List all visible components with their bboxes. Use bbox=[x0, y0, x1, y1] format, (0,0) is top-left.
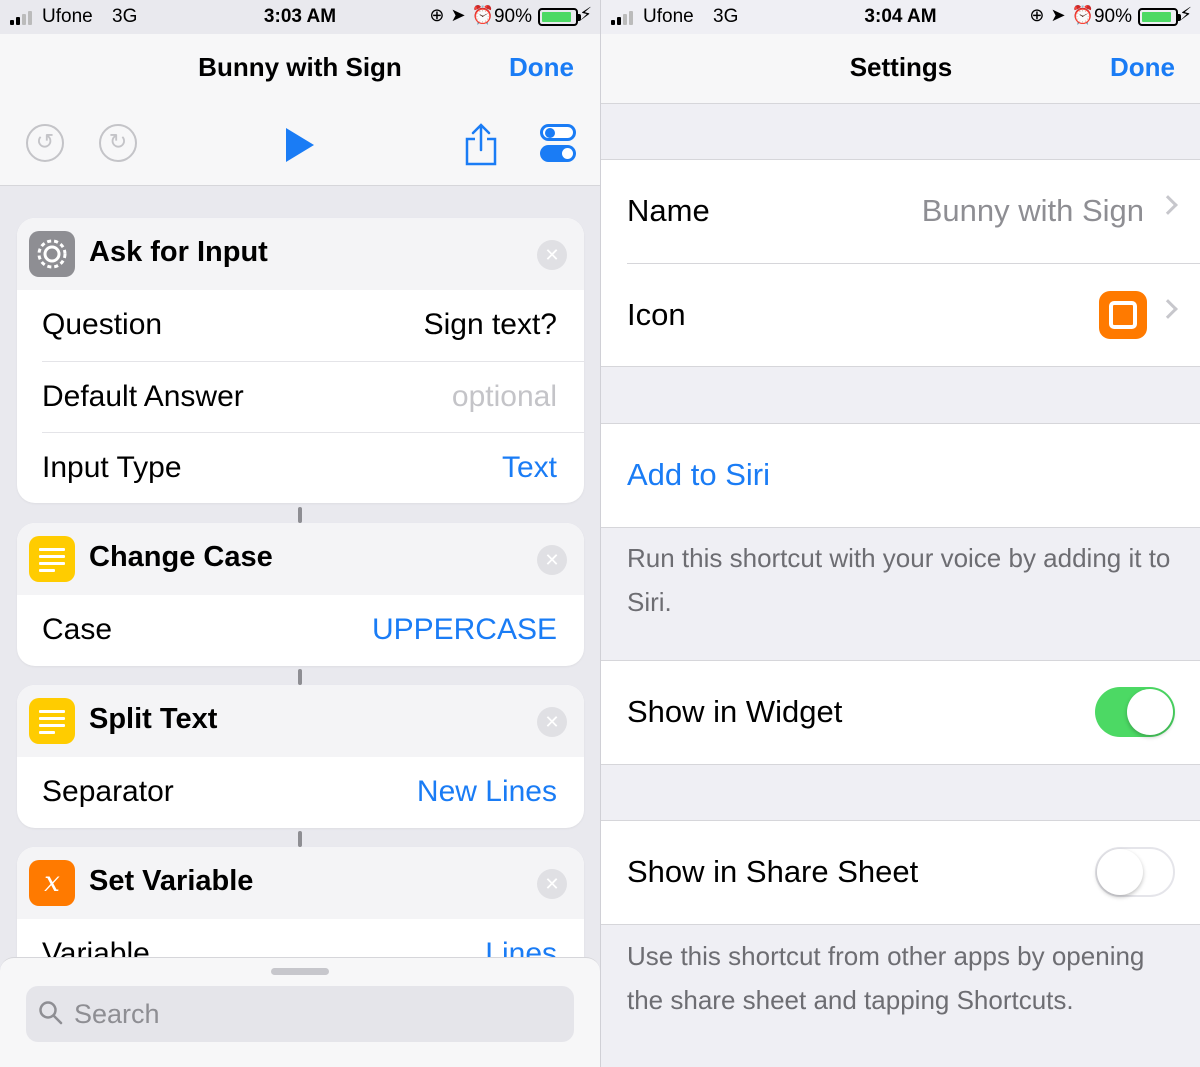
sheet-grabber[interactable] bbox=[271, 968, 329, 975]
row-label: Case bbox=[42, 613, 113, 646]
siri-footer: Run this shortcut with your voice by add… bbox=[627, 543, 1171, 617]
case-row[interactable]: Case UPPERCASE bbox=[17, 595, 584, 666]
show-in-widget-row: Show in Widget bbox=[601, 661, 1200, 764]
action-connector bbox=[298, 507, 302, 523]
shortcut-app-icon bbox=[1099, 291, 1147, 339]
done-button[interactable]: Done bbox=[509, 52, 574, 83]
play-icon[interactable] bbox=[286, 128, 314, 162]
default-answer-row[interactable]: Default Answer optional bbox=[42, 361, 584, 432]
battery-icon bbox=[538, 8, 581, 26]
widget-toggle[interactable] bbox=[1095, 687, 1175, 737]
variable-icon: x bbox=[29, 860, 75, 906]
status-icons: ⊕➤⏰ bbox=[1029, 5, 1100, 25]
action-card-change-case[interactable]: Change Case ✕ Case UPPERCASE bbox=[17, 523, 584, 666]
name-value: Bunny with Sign bbox=[921, 193, 1144, 228]
icon-row[interactable]: Icon bbox=[627, 263, 1200, 366]
text-icon bbox=[29, 536, 75, 582]
action-header: x Set Variable ✕ bbox=[17, 847, 584, 919]
text-icon bbox=[29, 698, 75, 744]
row-label: Question bbox=[42, 308, 163, 341]
settings-toggles-icon[interactable] bbox=[540, 124, 576, 164]
status-bar: Ufone 3G 3:03 AM ⊕➤⏰ 90% ⚡ bbox=[0, 0, 600, 34]
status-bar: Ufone 3G 3:04 AM ⊕➤⏰ 90% ⚡ bbox=[601, 0, 1200, 34]
charging-icon: ⚡ bbox=[1179, 4, 1192, 24]
shortcut-editor-panel: Ufone 3G 3:03 AM ⊕➤⏰ 90% ⚡ Bunny with Si… bbox=[0, 0, 600, 1067]
redo-icon[interactable]: ↻ bbox=[99, 124, 137, 162]
add-to-siri-row[interactable]: Add to Siri bbox=[601, 424, 1200, 527]
siri-group: Add to Siri bbox=[601, 423, 1200, 528]
row-label: Icon bbox=[627, 297, 686, 332]
name-row[interactable]: Name Bunny with Sign bbox=[601, 160, 1200, 263]
actions-bottom-sheet[interactable]: Search bbox=[0, 957, 600, 1067]
action-header: Split Text ✕ bbox=[17, 685, 584, 757]
search-icon bbox=[39, 1001, 63, 1025]
input-type-row[interactable]: Input Type Text bbox=[42, 432, 584, 503]
gear-icon bbox=[29, 231, 75, 277]
remove-action-icon[interactable]: ✕ bbox=[537, 707, 567, 737]
action-card-split-text[interactable]: Split Text ✕ Separator New Lines bbox=[17, 685, 584, 828]
row-label: Input Type bbox=[42, 451, 182, 484]
battery-percent: 90% bbox=[1093, 6, 1132, 27]
remove-action-icon[interactable]: ✕ bbox=[537, 869, 567, 899]
share-sheet-footer: Use this shortcut from other apps by ope… bbox=[627, 941, 1145, 1015]
row-label: Separator bbox=[42, 775, 174, 808]
battery-percent: 90% bbox=[493, 6, 532, 27]
chevron-right-icon bbox=[1158, 299, 1178, 319]
action-connector bbox=[298, 831, 302, 847]
charging-icon: ⚡ bbox=[579, 4, 592, 24]
action-title: Split Text bbox=[89, 703, 218, 735]
status-icons: ⊕➤⏰ bbox=[429, 5, 500, 25]
action-header: Ask for Input ✕ bbox=[17, 218, 584, 290]
search-input[interactable]: Search bbox=[74, 999, 160, 1030]
name-icon-group: Name Bunny with Sign Icon bbox=[601, 159, 1200, 367]
row-label: Name bbox=[627, 193, 710, 228]
input-type-value[interactable]: Text bbox=[502, 451, 557, 485]
search-field[interactable]: Search bbox=[26, 986, 574, 1042]
chevron-right-icon bbox=[1158, 195, 1178, 215]
action-connector bbox=[298, 669, 302, 685]
row-label: Default Answer bbox=[42, 380, 244, 413]
question-row[interactable]: Question Sign text? bbox=[17, 290, 584, 361]
action-header: Change Case ✕ bbox=[17, 523, 584, 595]
case-value[interactable]: UPPERCASE bbox=[372, 613, 557, 647]
separator-value[interactable]: New Lines bbox=[417, 775, 557, 809]
action-title: Ask for Input bbox=[89, 236, 268, 268]
separator-row[interactable]: Separator New Lines bbox=[17, 757, 584, 828]
remove-action-icon[interactable]: ✕ bbox=[537, 240, 567, 270]
action-title: Change Case bbox=[89, 541, 273, 573]
action-title: Set Variable bbox=[89, 865, 254, 897]
settings-panel: Ufone 3G 3:04 AM ⊕➤⏰ 90% ⚡ Settings Done… bbox=[600, 0, 1200, 1067]
share-sheet-toggle[interactable] bbox=[1095, 847, 1175, 897]
row-label: Show in Widget bbox=[627, 694, 843, 729]
battery-icon bbox=[1138, 8, 1181, 26]
widget-group: Show in Widget bbox=[601, 660, 1200, 765]
remove-action-icon[interactable]: ✕ bbox=[537, 545, 567, 575]
show-in-share-sheet-row: Show in Share Sheet bbox=[601, 821, 1200, 924]
share-sheet-group: Show in Share Sheet bbox=[601, 820, 1200, 925]
add-to-siri-button[interactable]: Add to Siri bbox=[627, 457, 770, 493]
question-value[interactable]: Sign text? bbox=[424, 308, 557, 342]
action-card-ask-for-input[interactable]: Ask for Input ✕ Question Sign text? Defa… bbox=[17, 218, 584, 503]
done-button[interactable]: Done bbox=[1110, 52, 1175, 83]
default-answer-field[interactable]: optional bbox=[452, 380, 557, 414]
share-icon[interactable] bbox=[464, 122, 498, 166]
navigation-bar: Settings Done bbox=[601, 34, 1200, 104]
navigation-bar: Bunny with Sign Done ↺ ↻ bbox=[0, 34, 600, 186]
row-label: Show in Share Sheet bbox=[627, 854, 919, 889]
undo-icon[interactable]: ↺ bbox=[26, 124, 64, 162]
